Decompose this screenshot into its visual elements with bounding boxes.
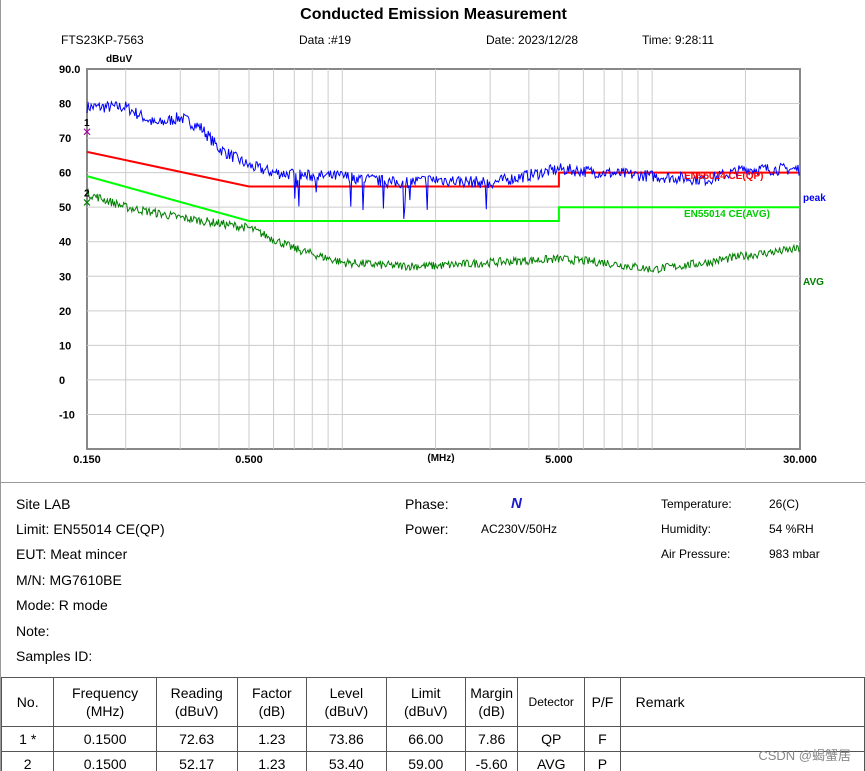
table-cell: 59.00: [385, 751, 467, 771]
table-cell: 2: [1, 751, 55, 771]
marker-label: 1: [84, 118, 90, 129]
y-tick-label: 80: [59, 99, 71, 111]
temperature-label: Temperature:: [661, 497, 732, 511]
pressure-value: 983 mbar: [769, 547, 820, 561]
y-tick-label: 50: [59, 202, 71, 214]
table-cell: -5.60: [465, 751, 519, 771]
x-tick-label: 5.000: [545, 454, 573, 466]
y-tick-label: 60: [59, 168, 71, 180]
avg-limit-label: EN55014 CE(AVG): [684, 209, 770, 220]
table-cell: 52.17: [155, 751, 238, 771]
x-axis-label: (MHz): [427, 453, 454, 464]
y-axis-label: dBuV: [106, 54, 132, 65]
phase-label: Phase:: [405, 496, 449, 512]
note: Note:: [16, 623, 50, 639]
table-cell: QP: [517, 726, 586, 752]
marker-label: 2: [84, 188, 90, 199]
watermark: CSDN @蝎蟹居: [758, 748, 851, 763]
column-header: P/F: [584, 677, 621, 727]
column-header: Frequency (MHz): [53, 677, 157, 727]
y-tick-label: 10: [59, 340, 71, 352]
y-tick-label: 0: [59, 375, 65, 387]
column-header: Remark: [619, 677, 865, 727]
x-tick-label: 0.500: [235, 454, 263, 466]
mode: Mode: R mode: [16, 597, 108, 613]
phase-value: N: [511, 495, 522, 512]
table-cell: 72.63: [155, 726, 238, 752]
table-cell: 0.1500: [53, 726, 157, 752]
avg-label: AVG: [803, 277, 824, 288]
site: Site LAB: [16, 496, 71, 512]
table-cell: 1.23: [236, 751, 308, 771]
column-header: Margin (dB): [465, 677, 519, 727]
emission-chart: 90.0 80 70 60 50 40 30 20 10 0 -10 dBuV 0.150 0.500 5.…: [59, 54, 826, 466]
humidity-label: Humidity:: [661, 522, 712, 536]
table-cell: F: [584, 726, 621, 752]
column-header: Reading (dBuV): [155, 677, 238, 727]
table-row: 1 * 0.1500 72.63 1.23 73.86 66.00 7.86 QP F: [1, 726, 865, 752]
table-cell: P: [584, 751, 621, 771]
table-cell: 73.86: [306, 726, 387, 752]
qp-limit-label: EN55014 CE(QP): [684, 171, 763, 182]
y-tick-label: -10: [59, 409, 75, 421]
column-header: Limit (dBuV): [385, 677, 467, 727]
column-header: Level (dBuV): [306, 677, 387, 727]
table-header-row: No. Frequency (MHz) Reading (dBuV) Factor (dB)…: [1, 677, 865, 727]
samples-id: Samples ID:: [16, 648, 93, 664]
table-cell: AVG: [517, 751, 586, 771]
table-row: 2 0.1500 52.17 1.23 53.40 59.00 -5.60 AVG P: [1, 751, 865, 771]
report: Conducted Emission Measurement FTS23KP-7…: [0, 0, 865, 771]
y-tick-label: 30: [59, 271, 71, 283]
column-header: No.: [1, 677, 55, 727]
table-cell: 0.1500: [53, 751, 157, 771]
x-tick-label: 30.000: [783, 454, 817, 466]
table-cell: 7.86: [465, 726, 519, 752]
peak-label: peak: [803, 193, 826, 204]
eut: EUT: Meat mincer: [16, 546, 128, 562]
column-header: Factor (dB): [236, 677, 308, 727]
humidity-value: 54 %RH: [769, 522, 814, 536]
plot-area: [86, 68, 801, 450]
power-value: AC230V/50Hz: [481, 522, 558, 536]
y-tick-label: 70: [59, 133, 71, 145]
pressure-label: Air Pressure:: [661, 547, 731, 561]
results-table: No. Frequency (MHz) Reading (dBuV) Factor (dB)…: [1, 677, 865, 771]
y-tick-label: 20: [59, 306, 71, 318]
y-tick-label: 40: [59, 237, 71, 249]
power-label: Power:: [405, 521, 449, 537]
table-cell: 66.00: [385, 726, 467, 752]
divider: [1, 482, 865, 483]
table-cell: 1 *: [1, 726, 55, 752]
limit: Limit: EN55014 CE(QP): [16, 521, 165, 537]
table-cell: 1.23: [236, 726, 308, 752]
column-header: Detector: [517, 677, 586, 727]
x-tick-label: 0.150: [73, 454, 101, 466]
y-tick-label: 90.0: [59, 64, 80, 76]
temperature-value: 26(C): [769, 497, 800, 511]
model-number: M/N: MG7610BE: [16, 572, 122, 588]
table-cell: 53.40: [306, 751, 387, 771]
